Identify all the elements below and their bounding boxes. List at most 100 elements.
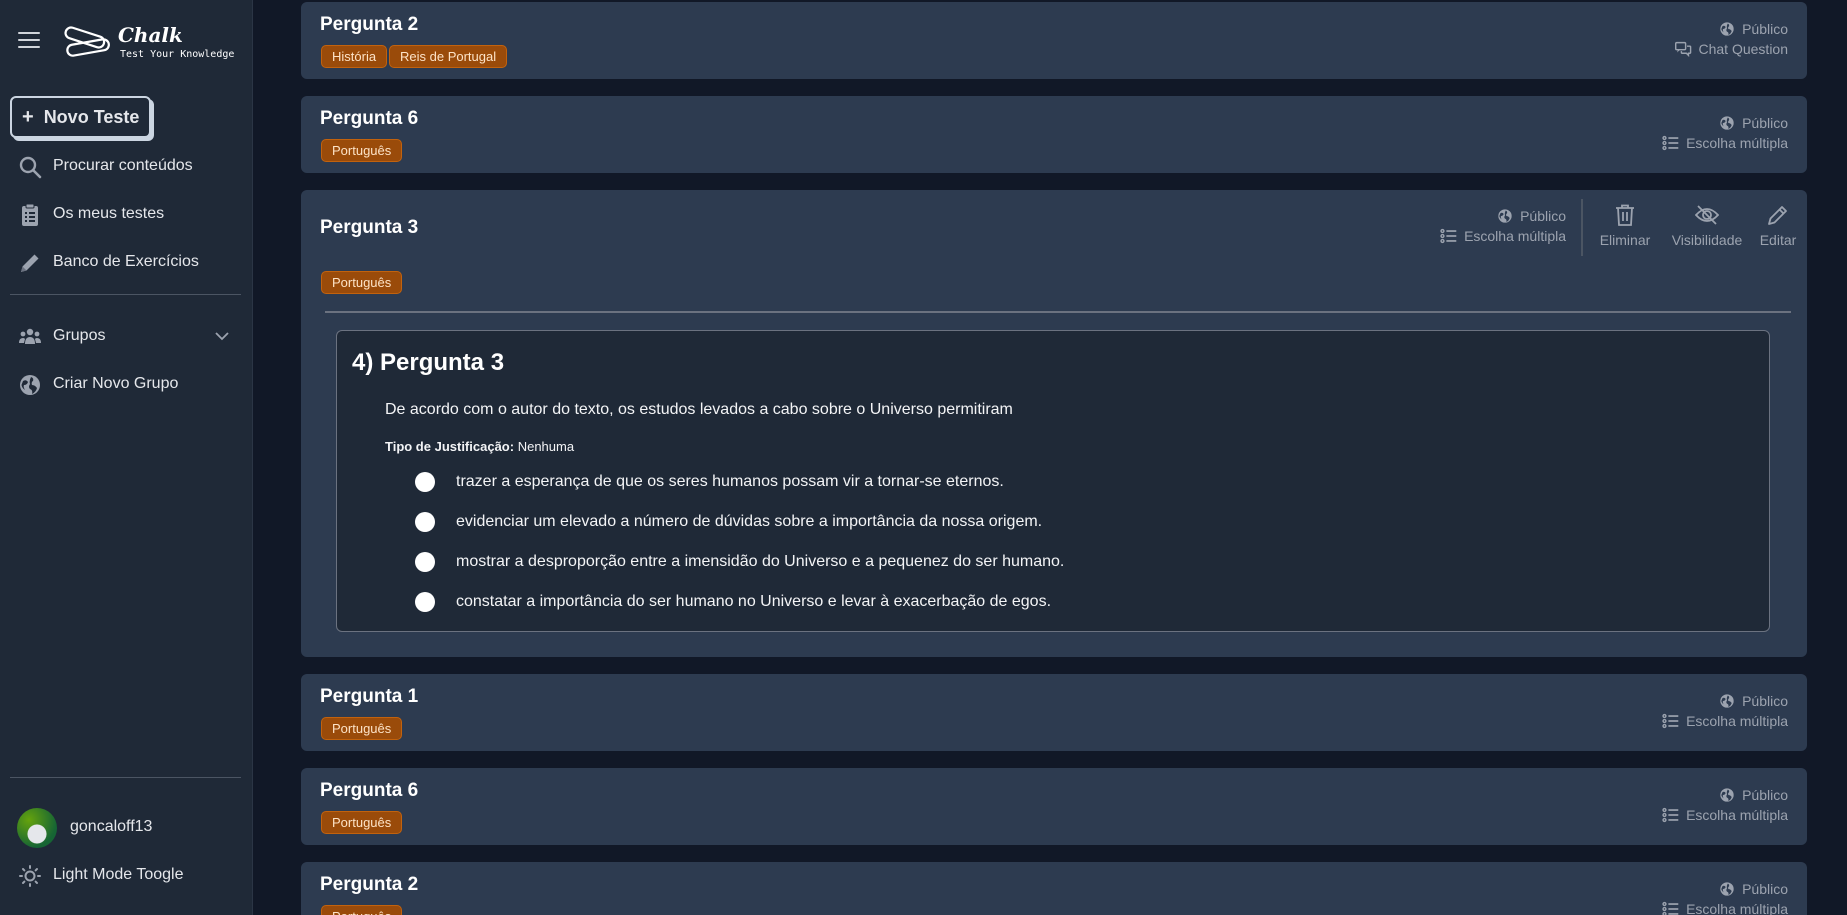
theme-toggle-label: Light Mode Toogle — [53, 866, 184, 883]
question-type: Escolha múltipla — [1662, 807, 1788, 823]
answer-option[interactable]: trazer a esperança de que os seres human… — [415, 472, 1004, 492]
visibility-label: Público — [1520, 208, 1566, 224]
question-title: Pergunta 2 — [320, 14, 419, 35]
sidebar-header: Chalk Test Your Knowledge — [0, 0, 253, 80]
theme-toggle[interactable]: Light Mode Toogle — [0, 855, 253, 895]
actions-divider — [1581, 199, 1583, 256]
chevron-down-icon[interactable] — [214, 328, 230, 344]
answer-option[interactable]: constatar a importância do ser humano no… — [415, 592, 1051, 612]
question-type-label: Escolha múltipla — [1686, 807, 1788, 823]
question-type-label: Escolha múltipla — [1464, 228, 1566, 244]
visibility-button[interactable]: Visibilidade — [1667, 204, 1747, 248]
sun-icon — [19, 865, 41, 887]
question-card[interactable]: Pergunta 1 Português Público Escolha múl… — [301, 674, 1807, 751]
tag[interactable]: Reis de Portugal — [389, 45, 508, 68]
pencil-icon — [21, 254, 39, 272]
question-type-label: Escolha múltipla — [1686, 135, 1788, 151]
edit-button[interactable]: Editar — [1752, 204, 1804, 248]
visibility-label: Público — [1742, 21, 1788, 37]
nav-item-label: Criar Novo Grupo — [53, 375, 179, 392]
search-icon — [19, 156, 42, 179]
list-icon — [1662, 135, 1679, 151]
visibility-indicator: Público — [1719, 881, 1788, 897]
question-card[interactable]: Pergunta 6 Português Público Escolha múl… — [301, 96, 1807, 173]
question-type: Escolha múltipla — [1662, 901, 1788, 915]
visibility-label: Público — [1742, 693, 1788, 709]
delete-label: Eliminar — [1599, 232, 1651, 248]
question-type: Escolha múltipla — [1662, 135, 1788, 151]
sidebar-divider — [10, 294, 241, 295]
nav-item-my-tests[interactable]: Os meus testes — [0, 194, 253, 234]
nav-item-label: Grupos — [53, 327, 106, 344]
list-icon — [1440, 228, 1457, 244]
question-type: Escolha múltipla — [1662, 713, 1788, 729]
visibility-indicator: Público — [1719, 21, 1788, 37]
question-type-label: Chat Question — [1698, 41, 1789, 57]
edit-label: Editar — [1759, 232, 1797, 248]
visibility-action-label: Visibilidade — [1671, 232, 1743, 248]
nav-item-exercise-bank[interactable]: Banco de Exercícios — [0, 242, 253, 282]
tag[interactable]: História — [321, 45, 388, 68]
tag[interactable]: Português — [321, 717, 403, 740]
option-text: evidenciar um elevado a número de dúvida… — [456, 513, 1043, 530]
question-title: Pergunta 2 — [320, 874, 419, 895]
chat-icon — [1674, 41, 1691, 57]
username[interactable]: goncaloff13 — [70, 818, 152, 836]
sidebar: Chalk Test Your Knowledge + Novo Teste P… — [0, 0, 253, 915]
nav-item-create-group[interactable]: Criar Novo Grupo — [0, 364, 253, 404]
radio-button[interactable] — [415, 512, 435, 532]
justification-value: Nenhuma — [517, 439, 575, 454]
tag[interactable]: Português — [321, 271, 403, 294]
list-icon — [1662, 807, 1679, 823]
menu-icon[interactable] — [18, 32, 40, 50]
radio-button[interactable] — [415, 472, 435, 492]
answer-option[interactable]: evidenciar um elevado a número de dúvida… — [415, 512, 1042, 532]
option-text: constatar a importância do ser humano no… — [456, 593, 1052, 610]
nav-item-label: Procurar conteúdos — [53, 157, 193, 174]
radio-button[interactable] — [415, 592, 435, 612]
section-divider — [325, 311, 1791, 313]
clipboard-icon — [22, 203, 38, 226]
globe-icon — [1720, 116, 1734, 130]
list-icon — [1662, 713, 1679, 729]
trash-icon — [1616, 204, 1634, 226]
question-card[interactable]: Pergunta 2 História Reis de Portugal Púb… — [301, 2, 1807, 79]
question-title: Pergunta 6 — [320, 780, 419, 801]
tag[interactable]: Português — [321, 139, 403, 162]
visibility-indicator: Público — [1719, 787, 1788, 803]
question-list: Pergunta 2 História Reis de Portugal Púb… — [253, 0, 1847, 915]
answer-option[interactable]: mostrar a desproporção entre a imensidão… — [415, 552, 1064, 572]
question-card[interactable]: Pergunta 6 Português Público Escolha múl… — [301, 768, 1807, 845]
logo-subtitle: Test Your Knowledge — [120, 49, 235, 60]
option-text: trazer a esperança de que os seres human… — [456, 473, 1004, 490]
nav-item-search[interactable]: Procurar conteúdos — [0, 146, 253, 186]
globe-icon — [1720, 22, 1734, 36]
question-card-expanded[interactable]: Pergunta 3 Público Escolha múltipla Elim… — [301, 190, 1807, 657]
globe-icon — [1498, 209, 1512, 223]
logo[interactable]: Chalk Test Your Knowledge — [62, 22, 237, 66]
visibility-label: Público — [1742, 115, 1788, 131]
new-test-button[interactable]: + Novo Teste — [10, 96, 151, 138]
question-detail: 4) Pergunta 3 De acordo com o autor do t… — [336, 330, 1770, 632]
nav-item-groups[interactable]: Grupos — [0, 316, 253, 356]
radio-button[interactable] — [415, 552, 435, 572]
globe-icon — [1720, 882, 1734, 896]
visibility-label: Público — [1742, 787, 1788, 803]
visibility-label: Público — [1742, 881, 1788, 897]
question-type-label: Escolha múltipla — [1686, 713, 1788, 729]
question-title: Pergunta 3 — [320, 217, 419, 238]
question-title: Pergunta 6 — [320, 108, 419, 129]
nav-item-label: Banco de Exercícios — [53, 253, 199, 270]
plus-icon: + — [22, 105, 34, 128]
globe-icon — [20, 375, 40, 395]
question-card[interactable]: Pergunta 2 Português Público Escolha múl… — [301, 862, 1807, 915]
tag[interactable]: Português — [321, 811, 403, 834]
question-type: Escolha múltipla — [1440, 228, 1566, 244]
globe-icon — [1720, 788, 1734, 802]
avatar[interactable] — [17, 808, 57, 848]
question-heading: 4) Pergunta 3 — [352, 349, 505, 376]
tag[interactable]: Português — [321, 905, 403, 915]
chalk-logo-icon — [64, 26, 110, 57]
delete-button[interactable]: Eliminar — [1590, 204, 1660, 248]
question-title: Pergunta 1 — [320, 686, 419, 707]
